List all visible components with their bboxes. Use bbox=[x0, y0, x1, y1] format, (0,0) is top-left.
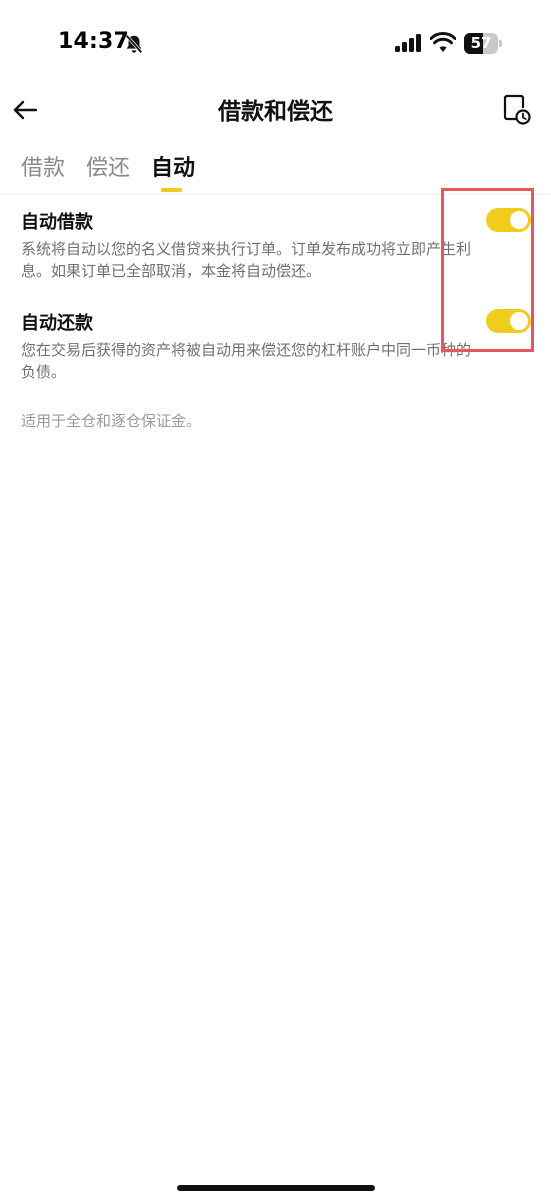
tab-borrow[interactable]: 借款 bbox=[21, 150, 65, 182]
status-time: 14:37 bbox=[58, 29, 130, 54]
status-bar: 14:37 57 bbox=[0, 0, 551, 90]
nav-bar: 借款和偿还 bbox=[0, 86, 551, 134]
wifi-icon bbox=[430, 32, 456, 52]
tab-auto[interactable]: 自动 bbox=[151, 150, 195, 182]
auto-repay-title: 自动还款 bbox=[21, 313, 93, 334]
history-icon[interactable] bbox=[500, 93, 532, 127]
margin-footnote: 适用于全仓和逐仓保证金。 bbox=[21, 412, 202, 430]
auto-borrow-description: 系统将自动以您的名义借贷来执行订单。订单发布成功将立即产生利息。如果订单已全部取… bbox=[21, 240, 472, 280]
home-indicator bbox=[177, 1185, 375, 1191]
page-title: 借款和偿还 bbox=[218, 99, 333, 125]
auto-repay-description: 您在交易后获得的资产将被自动用来偿还您的杠杆账户中同一币种的负债。 bbox=[21, 341, 472, 381]
battery-indicator: 57 bbox=[464, 33, 504, 54]
battery-level: 57 bbox=[470, 34, 492, 52]
auto-borrow-title: 自动借款 bbox=[21, 212, 93, 233]
bell-muted-icon bbox=[125, 34, 143, 54]
tab-repay[interactable]: 偿还 bbox=[86, 150, 130, 182]
toggle-highlight-box bbox=[441, 188, 534, 352]
cellular-signal-icon bbox=[395, 34, 421, 52]
active-tab-indicator bbox=[161, 188, 182, 192]
